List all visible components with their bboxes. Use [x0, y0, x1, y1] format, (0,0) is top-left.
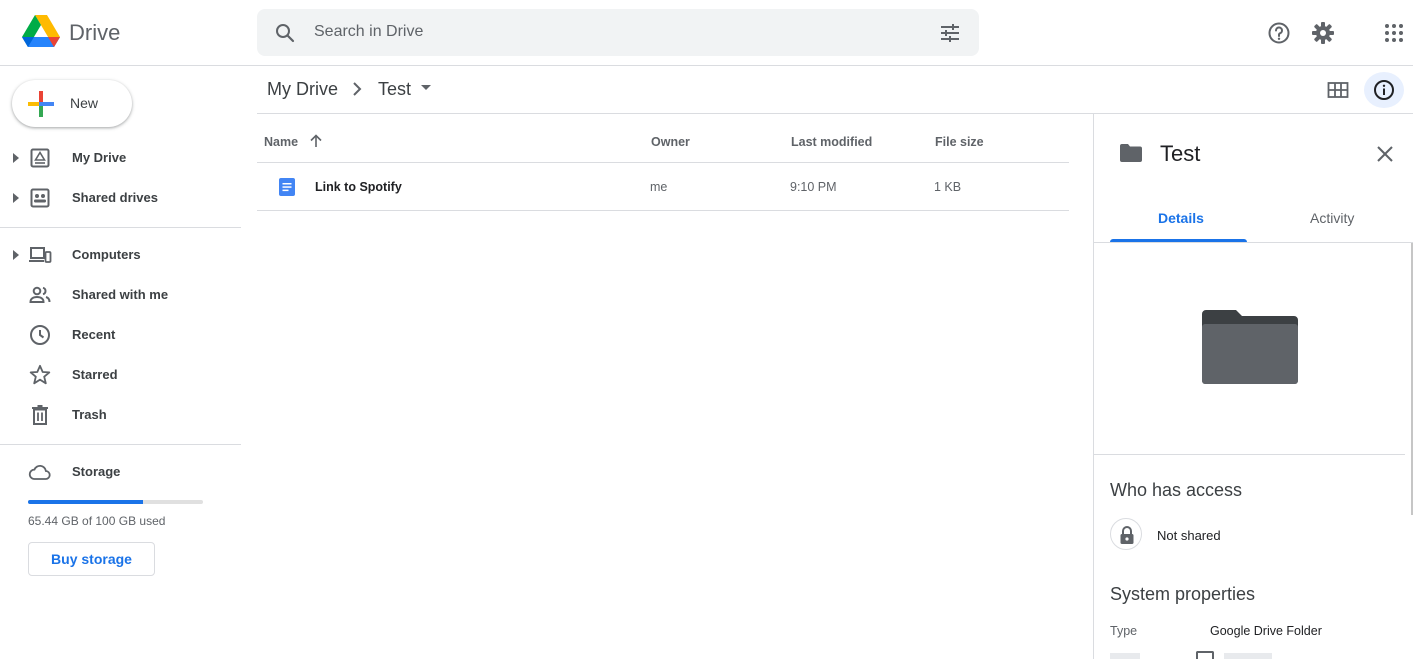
- info-icon: [1374, 80, 1394, 100]
- details-title: Test: [1160, 141, 1201, 166]
- sidebar-item-my-drive[interactable]: My Drive: [0, 138, 241, 178]
- sidebar-item-shared-with-me[interactable]: Shared with me: [0, 275, 241, 315]
- view-details-button[interactable]: [1364, 72, 1404, 108]
- column-header-file-size[interactable]: File size: [935, 135, 984, 149]
- details-panel: Test Details Activity Who has access Not…: [1093, 114, 1413, 659]
- sidebar-item-computers[interactable]: Computers: [0, 235, 241, 275]
- sidebar-item-label: Shared with me: [72, 287, 169, 302]
- people-icon: [29, 286, 51, 303]
- storage-label: Storage: [72, 464, 121, 479]
- table-header: Name Owner Last modified File size: [257, 114, 1069, 163]
- sidebar-item-shared-drives[interactable]: Shared drives: [0, 178, 241, 218]
- access-status: Not shared: [1157, 528, 1221, 543]
- file-last-modified: 9:10 PM: [790, 180, 837, 194]
- expand-arrow-icon[interactable]: [12, 193, 20, 203]
- preview-divider: [1094, 454, 1405, 455]
- who-has-access-heading: Who has access: [1110, 480, 1243, 500]
- settings-gear-icon[interactable]: [1311, 21, 1335, 45]
- sidebar-item-label: My Drive: [72, 150, 127, 165]
- sort-ascending-icon[interactable]: [309, 134, 323, 148]
- plus-icon: [28, 91, 54, 117]
- tab-details[interactable]: Details: [1158, 210, 1204, 226]
- column-header-owner[interactable]: Owner: [651, 135, 690, 149]
- new-button[interactable]: New: [12, 80, 132, 127]
- sidebar-divider: [0, 444, 241, 445]
- storage-usage-bar: [28, 500, 203, 504]
- sidebar-item-recent[interactable]: Recent: [0, 315, 241, 355]
- storage-used-text: 65.44 GB of 100 GB used: [28, 514, 166, 528]
- search-input[interactable]: Search in Drive: [314, 23, 423, 41]
- sidebar-item-label: Shared drives: [72, 190, 158, 205]
- breadcrumb-current-folder[interactable]: Test: [378, 79, 411, 100]
- search-bar[interactable]: Search in Drive: [257, 9, 979, 56]
- column-header-last-modified[interactable]: Last modified: [791, 135, 872, 149]
- star-icon: [29, 364, 51, 385]
- apps-grid-icon[interactable]: [1382, 21, 1406, 45]
- sidebar-item-label: Recent: [72, 327, 116, 342]
- lock-icon: [1120, 526, 1134, 544]
- my-drive-icon: [30, 148, 50, 168]
- close-icon[interactable]: [1375, 144, 1395, 164]
- folder-preview: [1094, 243, 1413, 454]
- sidebar-item-label: Computers: [72, 247, 141, 262]
- sidebar-item-starred[interactable]: Starred: [0, 355, 241, 395]
- file-owner: me: [650, 180, 668, 194]
- cloud-icon: [28, 464, 51, 480]
- system-properties-heading: System properties: [1110, 584, 1256, 604]
- sidebar-divider: [0, 227, 241, 228]
- property-type-label: Type: [1110, 624, 1138, 638]
- help-icon[interactable]: [1267, 21, 1291, 45]
- breadcrumb: My Drive Test: [257, 66, 1413, 114]
- column-header-name[interactable]: Name: [264, 135, 298, 149]
- computers-icon: [29, 247, 52, 263]
- property-location-row-cut: [1110, 651, 1310, 659]
- table-row[interactable]: Link to Spotify me 9:10 PM 1 KB: [257, 163, 1069, 211]
- dropdown-arrow-icon[interactable]: [421, 85, 431, 91]
- product-name[interactable]: Drive: [69, 20, 120, 46]
- folder-icon: [1120, 144, 1142, 162]
- trash-icon: [32, 405, 48, 425]
- shared-drives-icon: [30, 188, 50, 208]
- expand-arrow-icon[interactable]: [12, 153, 20, 163]
- drive-logo-icon[interactable]: [22, 15, 60, 49]
- sidebar-item-storage[interactable]: Storage: [0, 452, 241, 492]
- access-avatar: [1110, 518, 1142, 550]
- file-name[interactable]: Link to Spotify: [315, 180, 402, 194]
- search-icon[interactable]: [273, 21, 297, 45]
- expand-arrow-icon[interactable]: [12, 250, 20, 260]
- google-doc-icon: [279, 178, 295, 196]
- buy-storage-button[interactable]: Buy storage: [28, 542, 155, 576]
- sidebar-item-label: Trash: [72, 407, 107, 422]
- sidebar-item-label: Starred: [72, 367, 118, 382]
- clock-icon: [30, 325, 50, 345]
- storage-usage-fill: [28, 500, 143, 504]
- search-options-icon[interactable]: [938, 21, 962, 45]
- sidebar-item-trash[interactable]: Trash: [0, 395, 241, 435]
- chevron-right-icon: [353, 82, 362, 96]
- top-bar: Drive Search in Drive: [0, 0, 1413, 66]
- breadcrumb-my-drive[interactable]: My Drive: [267, 79, 338, 100]
- property-type-value: Google Drive Folder: [1210, 624, 1322, 638]
- tab-activity[interactable]: Activity: [1310, 210, 1354, 226]
- grid-view-icon[interactable]: [1326, 78, 1350, 102]
- file-size: 1 KB: [934, 180, 962, 194]
- large-folder-icon: [1202, 310, 1298, 384]
- new-button-label: New: [70, 95, 99, 111]
